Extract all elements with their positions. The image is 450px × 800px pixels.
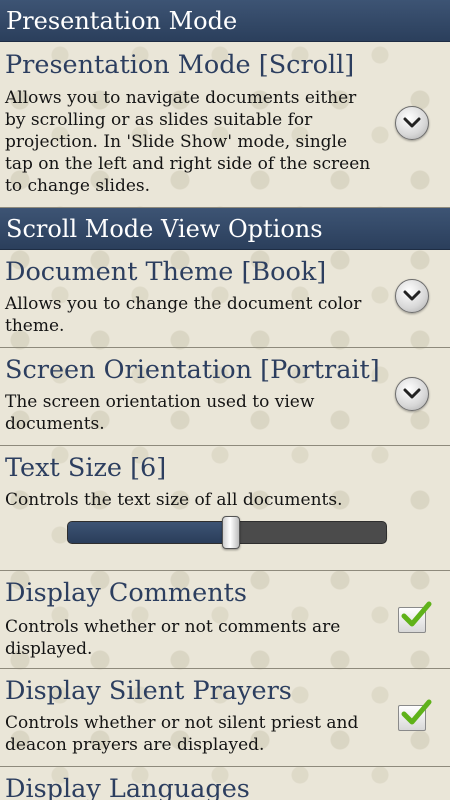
pref-document-theme[interactable]: Document Theme [Book] Allows you to chan…: [0, 250, 450, 348]
pref-title: Text Size [6]: [5, 453, 167, 483]
pref-display-silent-prayers[interactable]: Display Silent Prayers Controls whether …: [0, 669, 450, 767]
display-silent-prayers-checkbox[interactable]: [398, 699, 432, 731]
checkmark-icon: [401, 699, 432, 725]
pref-title: Display Silent Prayers: [5, 676, 292, 706]
chevron-down-icon[interactable]: [395, 279, 429, 313]
pref-summary: Controls the text size of all documents.: [5, 490, 343, 510]
pref-title: Presentation Mode [Scroll]: [5, 50, 355, 80]
section-header-label: Presentation Mode: [6, 6, 238, 35]
section-header-presentation: Presentation Mode: [0, 0, 450, 42]
pref-text-size: Text Size [6] Controls the text size of …: [0, 446, 450, 571]
pref-screen-orientation[interactable]: Screen Orientation [Portrait] The screen…: [0, 348, 450, 446]
pref-presentation-mode[interactable]: Presentation Mode [Scroll] Allows you to…: [0, 42, 450, 208]
chevron-down-icon[interactable]: [395, 106, 429, 140]
pref-summary: Controls whether or not silent priest an…: [5, 713, 359, 755]
pref-title: Display Comments: [5, 578, 247, 608]
pref-display-languages[interactable]: Display Languages: [0, 767, 450, 800]
pref-title: Display Languages: [5, 774, 250, 800]
section-header-label: Scroll Mode View Options: [6, 214, 323, 243]
checkmark-icon: [401, 601, 432, 627]
slider-fill: [68, 522, 228, 543]
chevron-down-icon[interactable]: [395, 377, 429, 411]
pref-summary: The screen orientation used to view docu…: [5, 392, 315, 434]
pref-summary: Allows you to change the document color …: [5, 294, 362, 336]
pref-summary: Controls whether or not comments are dis…: [5, 617, 341, 659]
pref-display-comments[interactable]: Display Comments Controls whether or not…: [0, 571, 450, 669]
pref-title: Document Theme [Book]: [5, 257, 327, 287]
slider-thumb[interactable]: [222, 516, 240, 549]
pref-title: Screen Orientation [Portrait]: [5, 355, 380, 385]
pref-summary: Allows you to navigate documents either …: [5, 88, 371, 196]
display-comments-checkbox[interactable]: [398, 601, 432, 633]
section-header-scroll-view: Scroll Mode View Options: [0, 208, 450, 250]
